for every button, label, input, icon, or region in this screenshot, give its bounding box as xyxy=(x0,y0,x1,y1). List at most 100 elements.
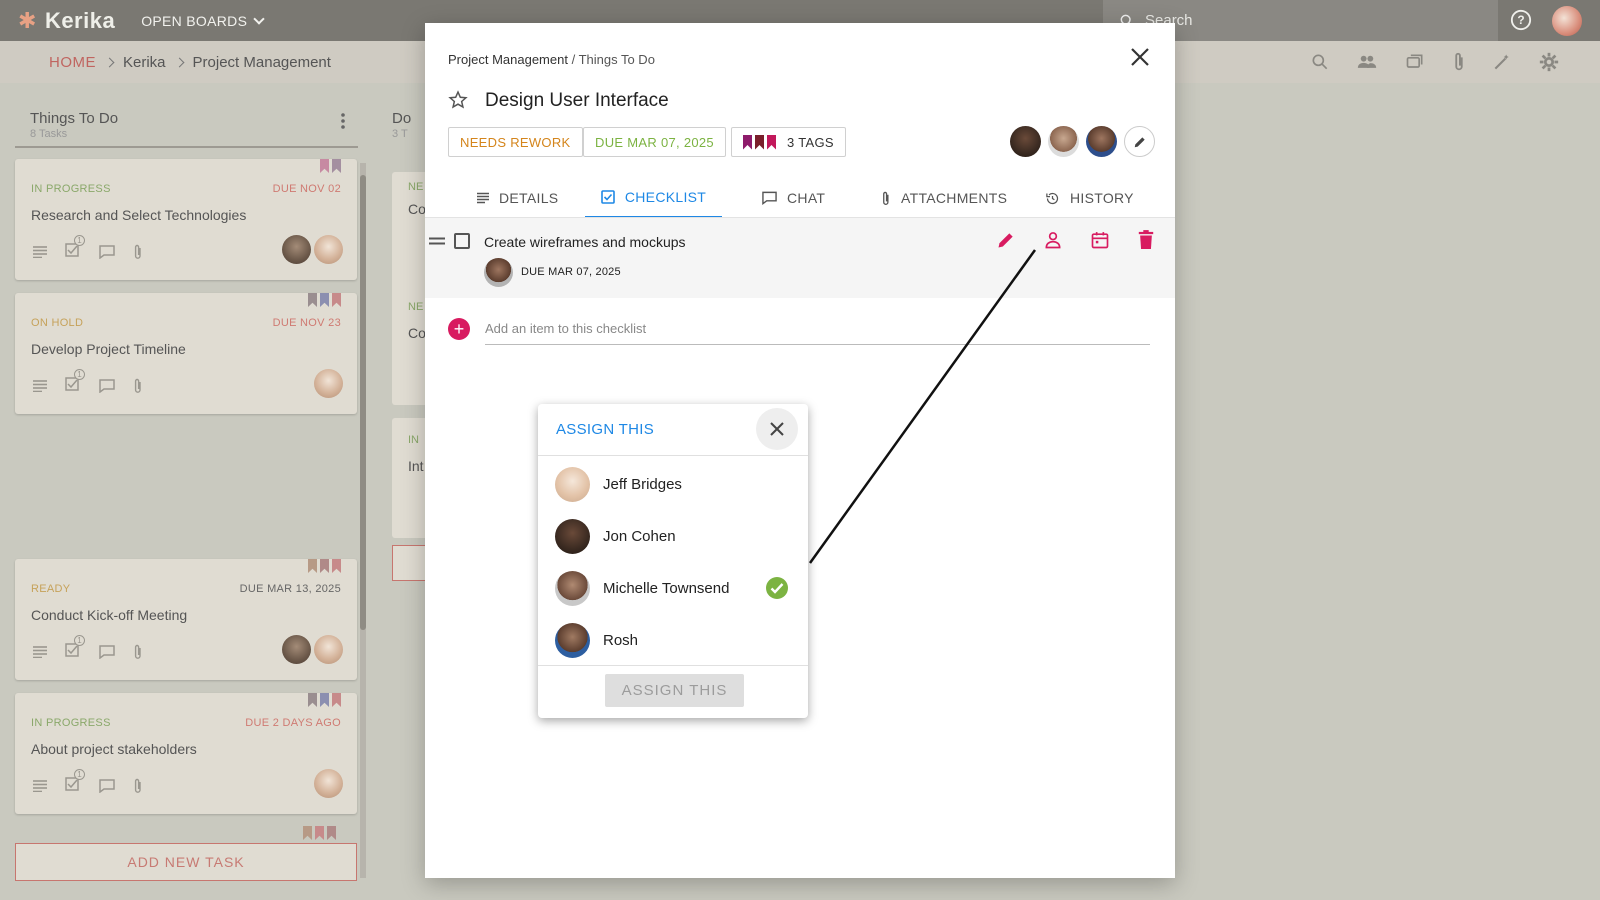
chat-icon xyxy=(99,644,115,659)
tag-ribbon-icon xyxy=(303,826,312,840)
tab-checklist[interactable]: CHECKLIST xyxy=(585,178,722,218)
paperclip-icon[interactable] xyxy=(1452,51,1466,73)
team-icon[interactable] xyxy=(1356,52,1378,72)
card-tags xyxy=(303,826,336,840)
app-logo-text: Kerika xyxy=(44,7,116,33)
tag-ribbon-icon xyxy=(320,693,329,707)
details-lines-icon xyxy=(33,645,47,658)
assignee-name: Jeff Bridges xyxy=(603,475,682,493)
paperclip-icon xyxy=(134,378,141,393)
modal-breadcrumb-board[interactable]: Project Management xyxy=(448,52,568,67)
assignee-option[interactable]: Michelle Townsend xyxy=(538,562,808,614)
checklist-count: 1 xyxy=(74,235,85,246)
avatar xyxy=(314,769,343,798)
edit-assignees-button[interactable] xyxy=(1124,126,1155,157)
card-assignees xyxy=(282,235,343,264)
cards-icon[interactable] xyxy=(1404,52,1426,72)
paperclip-icon xyxy=(134,244,141,259)
assignee-option[interactable]: Jon Cohen xyxy=(538,510,808,562)
drag-handle-icon[interactable] xyxy=(429,237,445,245)
card-title: About project stakeholders xyxy=(31,741,197,757)
tab-attachments[interactable]: ATTACHMENTS xyxy=(881,178,1007,218)
star-icon[interactable] xyxy=(448,90,468,110)
breadcrumb-board[interactable]: Project Management xyxy=(193,54,331,71)
assign-this-button[interactable]: ASSIGN THIS xyxy=(605,674,744,707)
task-title[interactable]: Design User Interface xyxy=(485,90,669,112)
avatar[interactable] xyxy=(1086,126,1117,157)
breadcrumb-org[interactable]: Kerika xyxy=(123,54,166,71)
card-due-date: DUE NOV 02 xyxy=(272,183,341,195)
avatar[interactable] xyxy=(1048,126,1079,157)
chat-icon xyxy=(99,778,115,793)
task-card[interactable]: IN PROGRESS DUE NOV 02 Research and Sele… xyxy=(15,159,357,280)
column-task-count: 8 Tasks xyxy=(30,128,68,140)
details-lines-icon xyxy=(33,379,47,392)
tag-ribbon-icon xyxy=(308,693,317,707)
user-avatar[interactable] xyxy=(1552,6,1582,36)
delete-trash-icon[interactable] xyxy=(1137,230,1155,250)
more-vert-icon[interactable] xyxy=(340,112,346,130)
checklist-item-checkbox[interactable] xyxy=(454,233,470,249)
checklist-item-due: DUE MAR 07, 2025 xyxy=(521,266,621,278)
settings-gear-icon[interactable] xyxy=(1538,51,1560,73)
edit-pencil-icon[interactable] xyxy=(996,230,1016,250)
card-status: READY xyxy=(31,583,71,595)
add-checklist-item-input[interactable] xyxy=(485,313,1150,345)
open-boards-menu[interactable]: OPEN BOARDS xyxy=(141,13,265,29)
task-card[interactable]: ON HOLD DUE NOV 23 Develop Project Timel… xyxy=(15,293,357,414)
column-scrollbar-thumb[interactable] xyxy=(360,175,366,630)
assignee-name: Rosh xyxy=(603,631,639,649)
tab-chat[interactable]: CHAT xyxy=(762,178,825,218)
tag-ribbon-icon xyxy=(743,134,752,150)
due-date-chip[interactable]: DUE MAR 07, 2025 xyxy=(583,127,726,157)
breadcrumb: HOME Kerika Project Management xyxy=(49,54,331,71)
modal-breadcrumb-column[interactable]: Things To Do xyxy=(579,52,655,67)
search-input[interactable] xyxy=(1145,12,1445,29)
tab-details[interactable]: DETAILS xyxy=(477,178,558,218)
close-icon[interactable] xyxy=(1130,47,1150,67)
checklist-item-actions xyxy=(996,230,1155,250)
task-tabs: DETAILS CHECKLIST CHAT ATTACHMENTS HISTO… xyxy=(425,178,1175,218)
check-circle-icon xyxy=(766,577,788,599)
task-assignees xyxy=(1010,126,1155,157)
card-title: Int xyxy=(408,458,424,474)
avatar[interactable] xyxy=(1010,126,1041,157)
checklist-icon: 1 xyxy=(65,635,85,662)
tags-chip[interactable]: 3 TAGS xyxy=(731,127,846,157)
app-logo[interactable]: ✱ Kerika xyxy=(18,8,115,34)
tag-ribbon-icon xyxy=(308,559,317,573)
card-title: Conduct Kick-off Meeting xyxy=(31,607,188,623)
add-new-task-button[interactable]: ADD NEW TASK xyxy=(15,843,357,881)
close-icon xyxy=(770,422,784,436)
magic-wand-icon[interactable] xyxy=(1492,52,1512,72)
add-plus-icon[interactable]: + xyxy=(448,318,470,340)
tag-ribbon-icon xyxy=(320,293,329,307)
search-board-icon[interactable] xyxy=(1310,52,1330,72)
assign-person-icon[interactable] xyxy=(1043,230,1063,250)
assign-popup-close-button[interactable] xyxy=(756,408,798,450)
chat-icon xyxy=(99,378,115,393)
tab-history[interactable]: HISTORY xyxy=(1045,178,1134,218)
assignee-option[interactable]: Jeff Bridges xyxy=(538,458,808,510)
tab-label: CHECKLIST xyxy=(624,189,707,205)
task-card[interactable]: READY DUE MAR 13, 2025 Conduct Kick-off … xyxy=(15,559,357,680)
tag-ribbon-icon xyxy=(327,826,336,840)
avatar xyxy=(282,635,311,664)
card-title: Co xyxy=(408,201,426,217)
status-chip[interactable]: NEEDS REWORK xyxy=(448,127,583,157)
card-status: ON HOLD xyxy=(31,317,84,329)
card-tags xyxy=(320,159,341,173)
checklist-icon: 1 xyxy=(65,369,85,396)
chat-icon xyxy=(762,191,777,205)
checklist-item-text[interactable]: Create wireframes and mockups xyxy=(484,234,686,250)
help-icon[interactable]: ? xyxy=(1510,9,1532,31)
assignee-option[interactable]: Rosh xyxy=(538,614,808,666)
column-title: Do xyxy=(392,110,412,127)
tag-ribbon-icon xyxy=(320,559,329,573)
calendar-icon[interactable] xyxy=(1090,230,1110,250)
task-card[interactable]: IN PROGRESS DUE 2 DAYS AGO About project… xyxy=(15,693,357,814)
card-icons: 1 xyxy=(33,235,143,262)
details-lines-icon xyxy=(33,779,47,792)
breadcrumb-home[interactable]: HOME xyxy=(49,54,96,71)
checklist-item-assignee-avatar[interactable] xyxy=(484,258,513,287)
